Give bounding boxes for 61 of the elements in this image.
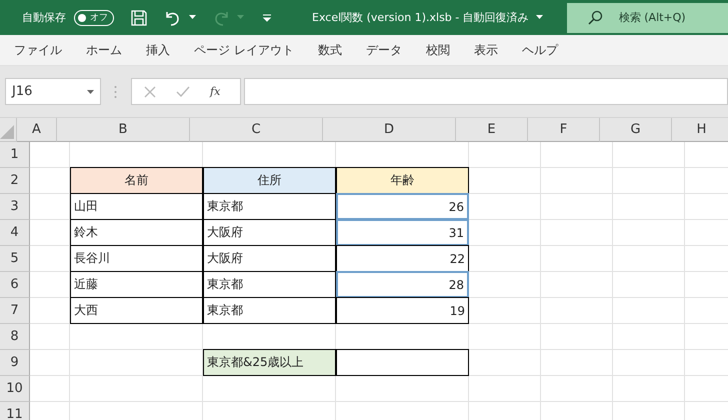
row-header[interactable]: 8 <box>0 324 30 350</box>
row-header[interactable]: 4 <box>0 220 30 246</box>
table-cell: 鈴木 <box>70 219 203 246</box>
table-cell: 東京都 <box>203 271 336 298</box>
ribbon-tab[interactable]: 挿入 <box>146 42 170 58</box>
ribbon-tab[interactable]: データ <box>366 42 402 58</box>
formula-input[interactable] <box>244 78 728 105</box>
column-header[interactable]: B <box>57 118 190 142</box>
ribbon-tab[interactable]: ファイル <box>14 42 62 58</box>
ribbon-tab[interactable]: ヘルプ <box>522 42 558 58</box>
row-header[interactable]: 3 <box>0 194 30 220</box>
ribbon-tab[interactable]: ホーム <box>86 42 122 58</box>
check-icon[interactable] <box>176 86 190 97</box>
dropdown-icon[interactable] <box>87 90 94 94</box>
customize-icon[interactable] <box>262 14 272 22</box>
ribbon-tab[interactable]: 数式 <box>318 42 342 58</box>
ribbon-tab[interactable]: 校閲 <box>426 42 450 58</box>
table-cell: 東京都 <box>203 297 336 324</box>
table-cell: 28 <box>336 271 469 298</box>
table-cell: 22 <box>336 245 469 272</box>
column-title: 住所 <box>203 167 336 194</box>
column-header[interactable]: H <box>672 118 728 142</box>
autosave-toggle[interactable]: オフ <box>74 10 114 26</box>
ribbon-tab[interactable]: ページ レイアウト <box>194 42 294 58</box>
save-icon[interactable] <box>130 8 148 26</box>
table-cell: 大阪府 <box>203 245 336 272</box>
table-cell: 26 <box>336 193 469 220</box>
table-cell: 近藤 <box>70 271 203 298</box>
search-field[interactable]: 検索 (Alt+Q) <box>566 2 728 32</box>
insert-function-button[interactable]: fx <box>210 85 220 98</box>
column-header[interactable]: G <box>600 118 672 142</box>
name-box[interactable]: J16 <box>5 78 101 105</box>
ribbon-tab[interactable]: 表示 <box>474 42 498 58</box>
row-header[interactable]: 1 <box>0 142 30 168</box>
column-header[interactable]: E <box>456 118 528 142</box>
table-cell: 長谷川 <box>70 245 203 272</box>
caret-icon[interactable] <box>536 15 543 20</box>
row-header[interactable]: 2 <box>0 168 30 194</box>
row-header[interactable]: 7 <box>0 298 30 324</box>
table-cell: 19 <box>336 297 469 324</box>
row-header[interactable]: 5 <box>0 246 30 272</box>
table-cell: 山田 <box>70 193 203 220</box>
row-header[interactable]: 6 <box>0 272 30 298</box>
table-cell: 東京都&25歳以上 <box>203 349 336 376</box>
column-title: 名前 <box>70 167 203 194</box>
column-header[interactable]: D <box>323 118 456 142</box>
caret-icon[interactable] <box>189 15 196 20</box>
search-icon <box>586 10 603 26</box>
row-header[interactable]: 10 <box>0 376 30 402</box>
table-cell: 東京都 <box>203 193 336 220</box>
row-header[interactable]: 11 <box>0 402 30 420</box>
table-cell: 31 <box>336 219 469 246</box>
column-header[interactable]: C <box>190 118 323 142</box>
table-cell: 大阪府 <box>203 219 336 246</box>
row-header[interactable]: 9 <box>0 350 30 376</box>
column-title: 年齢 <box>336 167 469 194</box>
table-cell: 大西 <box>70 297 203 324</box>
autosave-label: 自動保存 <box>22 10 66 25</box>
column-header[interactable]: F <box>528 118 600 142</box>
grip-icon <box>114 84 117 98</box>
window-title: Excel関数 (version 1).xlsb - 自動回復済み <box>312 10 529 25</box>
